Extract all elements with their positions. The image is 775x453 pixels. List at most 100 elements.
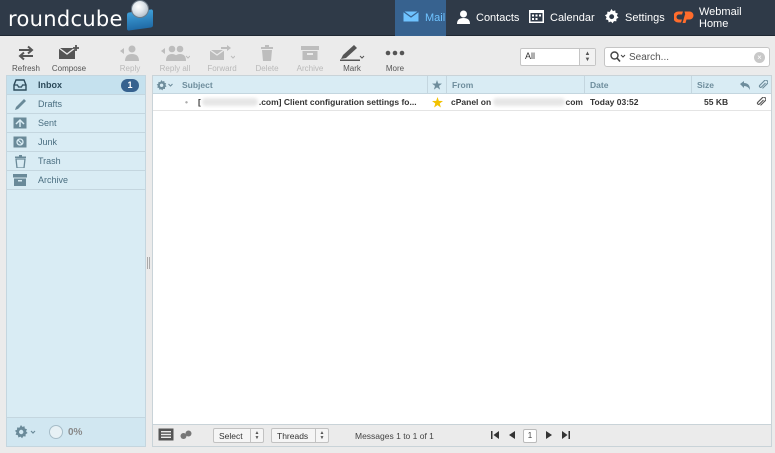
- threads-view-toggle[interactable]: [180, 430, 192, 442]
- select-arrows-icon: ▲ ▼: [250, 429, 263, 442]
- threads-dropdown[interactable]: Threads ▲ ▼: [271, 428, 329, 443]
- select-label: Select: [219, 431, 243, 441]
- reply-all-icon: [153, 43, 197, 63]
- roundcube-cube-icon: [125, 1, 155, 31]
- table-row[interactable]: • [ .com] Client configuration settings …: [153, 94, 771, 111]
- roundcube-logo[interactable]: roundcube: [8, 1, 155, 32]
- nav-calendar[interactable]: Calendar: [521, 0, 595, 36]
- column-attachment[interactable]: [753, 76, 771, 94]
- column-from-label: From: [452, 80, 474, 90]
- folder-drafts[interactable]: Drafts: [7, 95, 145, 114]
- column-date-label: Date: [590, 80, 609, 90]
- archive-button[interactable]: Archive: [288, 43, 332, 73]
- paperclip-icon: [756, 97, 766, 106]
- page-number-input[interactable]: 1: [523, 429, 537, 443]
- next-page-icon[interactable]: [546, 431, 552, 441]
- folder-actions-button[interactable]: [14, 425, 38, 439]
- inbox-icon: [13, 79, 27, 91]
- subject-text: .com] Client configuration settings fo..…: [258, 97, 417, 107]
- message-from[interactable]: cPanel on com: [451, 94, 583, 110]
- list-view-toggle[interactable]: [158, 428, 174, 443]
- refresh-button[interactable]: Refresh: [4, 43, 48, 73]
- message-subject[interactable]: [ .com] Client configuration settings fo…: [198, 94, 426, 110]
- message-list: Subject From Date Size • [ .com] Client …: [152, 75, 772, 447]
- message-count: Messages 1 to 1 of 1: [355, 431, 434, 441]
- nav-settings[interactable]: Settings: [596, 0, 666, 36]
- nav-settings-label: Settings: [625, 12, 665, 24]
- column-size[interactable]: Size: [692, 76, 735, 94]
- select-dropdown[interactable]: Select ▲ ▼: [213, 428, 264, 443]
- mark-button[interactable]: Mark: [330, 43, 374, 73]
- mark-icon: [330, 43, 374, 63]
- nav-webmail-home-label: Webmail Home: [699, 6, 742, 30]
- trash-icon: [245, 43, 289, 63]
- message-date: Today 03:52: [590, 97, 639, 107]
- column-from[interactable]: From: [447, 76, 585, 94]
- forward-button[interactable]: Forward: [200, 43, 244, 73]
- sent-icon: [13, 117, 27, 129]
- subject-prefix: [: [198, 97, 201, 107]
- quota-label: 0%: [68, 426, 83, 438]
- search-input[interactable]: Search...: [629, 52, 669, 63]
- compose-label: Compose: [51, 64, 87, 73]
- column-date[interactable]: Date: [585, 76, 692, 94]
- folder-list: Inbox 1 Drafts Sent Junk Trash Archive 0…: [6, 75, 146, 447]
- from-suffix: com: [565, 97, 583, 107]
- cpanel-logo-icon: [673, 10, 696, 27]
- select-arrows-icon: ▲ ▼: [315, 429, 328, 442]
- search-box[interactable]: Search... ×: [604, 47, 770, 67]
- reply-button[interactable]: Reply: [108, 43, 152, 73]
- column-flag[interactable]: [428, 76, 447, 94]
- settings-icon: [604, 9, 619, 27]
- folder-trash[interactable]: Trash: [7, 152, 145, 171]
- list-options-button[interactable]: [153, 76, 177, 94]
- attachment-indicator: [756, 94, 768, 110]
- quota-indicator: 0%: [49, 425, 82, 439]
- column-subject-label: Subject: [182, 80, 213, 90]
- message-filter-select[interactable]: All ▲ ▼: [520, 48, 596, 66]
- column-size-label: Size: [697, 80, 715, 90]
- clear-search-icon[interactable]: ×: [754, 52, 765, 63]
- forward-label: Forward: [207, 64, 237, 73]
- filter-selected-value: All: [525, 51, 536, 61]
- column-status[interactable]: [735, 76, 753, 94]
- flag-toggle[interactable]: [432, 94, 444, 110]
- reply-all-label: Reply all: [159, 64, 191, 73]
- select-arrows-icon: ▲ ▼: [579, 49, 595, 65]
- folder-junk-label: Junk: [38, 137, 58, 147]
- reply-all-button[interactable]: Reply all: [153, 43, 197, 73]
- nav-contacts[interactable]: Contacts: [449, 0, 521, 36]
- trash-icon: [13, 154, 27, 168]
- top-bar: roundcube Mail Contacts Calendar Setting…: [0, 0, 775, 36]
- folder-archive-label: Archive: [38, 175, 69, 185]
- nav-webmail-home[interactable]: Webmail Home: [666, 0, 771, 36]
- last-page-icon[interactable]: [562, 431, 570, 441]
- archive-icon: [13, 174, 27, 186]
- first-page-icon[interactable]: [491, 431, 499, 441]
- search-options-icon[interactable]: [610, 51, 626, 66]
- more-button[interactable]: More: [373, 43, 417, 73]
- forward-icon: [200, 43, 244, 63]
- mark-label: Mark: [343, 64, 361, 73]
- previous-page-icon[interactable]: [509, 431, 515, 441]
- paperclip-icon: [758, 80, 768, 89]
- redacted-domain: [201, 98, 258, 106]
- folder-sent[interactable]: Sent: [7, 114, 145, 133]
- message-size: 55 KB: [704, 97, 729, 107]
- archive-icon: [288, 43, 332, 63]
- nav-mail[interactable]: Mail: [395, 0, 446, 36]
- folder-trash-label: Trash: [38, 156, 61, 166]
- delete-button[interactable]: Delete: [245, 43, 289, 73]
- column-subject[interactable]: Subject: [177, 76, 428, 94]
- pencil-icon: [13, 98, 27, 110]
- calendar-icon: [529, 10, 544, 26]
- folder-sent-label: Sent: [38, 118, 57, 128]
- folder-archive[interactable]: Archive: [7, 171, 145, 190]
- folder-inbox[interactable]: Inbox 1: [7, 76, 145, 95]
- compose-button[interactable]: Compose: [47, 43, 91, 73]
- threads-icon: [180, 430, 192, 439]
- folder-junk[interactable]: Junk: [7, 133, 145, 152]
- unread-count-badge: 1: [121, 79, 139, 92]
- panel-splitter[interactable]: [147, 257, 150, 269]
- delete-label: Delete: [255, 64, 279, 73]
